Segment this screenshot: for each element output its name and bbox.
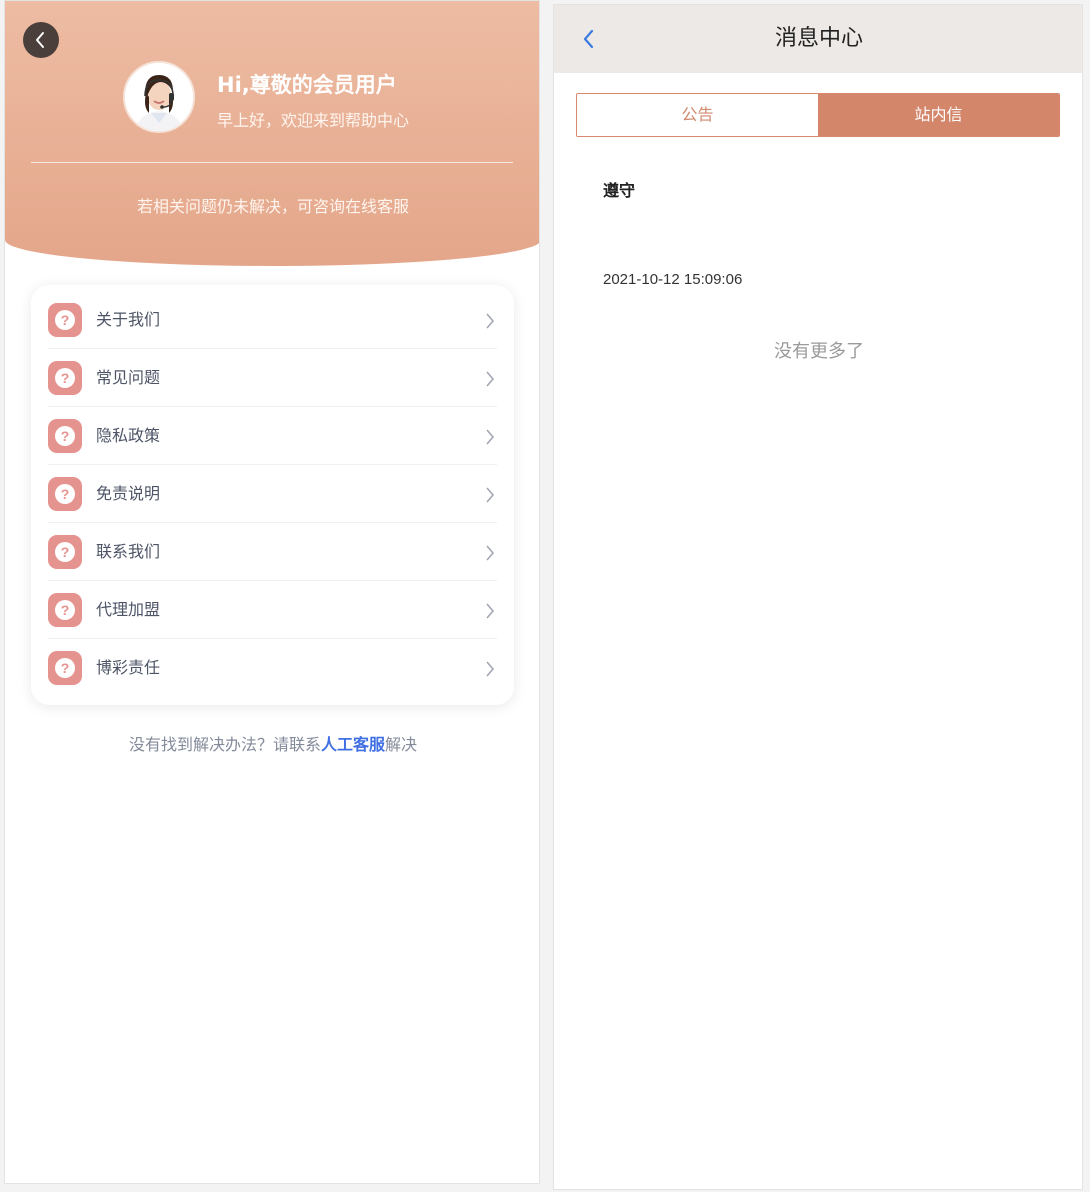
- greeting-subtitle: 早上好，欢迎来到帮助中心: [217, 111, 410, 130]
- message-title[interactable]: 遵守: [603, 177, 635, 201]
- chevron-right-icon: [486, 313, 495, 329]
- question-icon: ?: [48, 651, 82, 685]
- menu-item-about-us[interactable]: ? 关于我们: [48, 291, 497, 349]
- chevron-right-icon: [486, 487, 495, 503]
- hero-note: 若相关问题仍未解决，可咨询在线客服: [136, 197, 409, 216]
- footer-help-text: 没有找到解决办法？请联系人工客服解决: [5, 731, 539, 755]
- menu-item-label: 常见问题: [96, 368, 161, 387]
- divider: [31, 162, 513, 163]
- customer-service-agent-icon: [125, 63, 193, 131]
- menu-item-label: 博彩责任: [96, 658, 161, 677]
- footer-prefix: 没有找到解决办法？请联系: [128, 735, 321, 754]
- chevron-right-icon: [486, 545, 495, 561]
- menu-item-disclaimer[interactable]: ? 免责说明: [48, 465, 497, 523]
- menu-item-agent-join[interactable]: ? 代理加盟: [48, 581, 497, 639]
- menu-item-label: 联系我们: [96, 542, 161, 561]
- tab-bar: 公告 站内信: [576, 93, 1060, 137]
- live-support-link[interactable]: 人工客服: [321, 735, 385, 754]
- question-icon: ?: [48, 593, 82, 627]
- menu-item-privacy-policy[interactable]: ? 隐私政策: [48, 407, 497, 465]
- question-icon: ?: [48, 477, 82, 511]
- help-menu-card: ? 关于我们 ? 常见问题 ? 隐私政策 ? 免责说明 ? 联系我们 ? 代理加…: [31, 285, 514, 705]
- tab-inbox[interactable]: 站内信: [818, 94, 1059, 136]
- menu-item-contact-us[interactable]: ? 联系我们: [48, 523, 497, 581]
- menu-item-faq[interactable]: ? 常见问题: [48, 349, 497, 407]
- no-more-text: 没有更多了: [774, 341, 864, 362]
- tab-announcement[interactable]: 公告: [577, 94, 818, 136]
- question-icon: ?: [48, 361, 82, 395]
- hero-header: Hi,尊敬的会员用户 早上好，欢迎来到帮助中心 若相关问题仍未解决，可咨询在线客…: [5, 1, 539, 266]
- menu-item-label: 关于我们: [96, 310, 161, 329]
- chevron-right-icon: [486, 429, 495, 445]
- back-arrow-icon[interactable]: [581, 28, 595, 50]
- menu-item-label: 免责说明: [96, 484, 161, 503]
- chevron-right-icon: [486, 661, 495, 677]
- top-bar: 消息中心: [554, 5, 1082, 73]
- avatar: [123, 61, 195, 133]
- footer-suffix: 解决: [385, 735, 418, 754]
- message-timestamp: 2021-10-12 15:09:06: [603, 271, 743, 288]
- page-title: 消息中心: [774, 26, 863, 51]
- chevron-right-icon: [486, 603, 495, 619]
- chevron-right-icon: [486, 371, 495, 387]
- chevron-left-icon: [36, 32, 44, 48]
- question-icon: ?: [48, 535, 82, 569]
- question-icon: ?: [48, 419, 82, 453]
- help-center-panel: Hi,尊敬的会员用户 早上好，欢迎来到帮助中心 若相关问题仍未解决，可咨询在线客…: [4, 0, 540, 1184]
- menu-item-label: 隐私政策: [96, 426, 161, 445]
- question-icon: ?: [48, 303, 82, 337]
- menu-item-label: 代理加盟: [96, 600, 161, 619]
- menu-item-responsible-gaming[interactable]: ? 博彩责任: [48, 639, 497, 697]
- back-button[interactable]: [23, 22, 59, 58]
- greeting-title: Hi,尊敬的会员用户: [217, 73, 397, 97]
- message-center-panel: 消息中心 公告 站内信 遵守 2021-10-12 15:09:06 没有更多了: [553, 4, 1083, 1190]
